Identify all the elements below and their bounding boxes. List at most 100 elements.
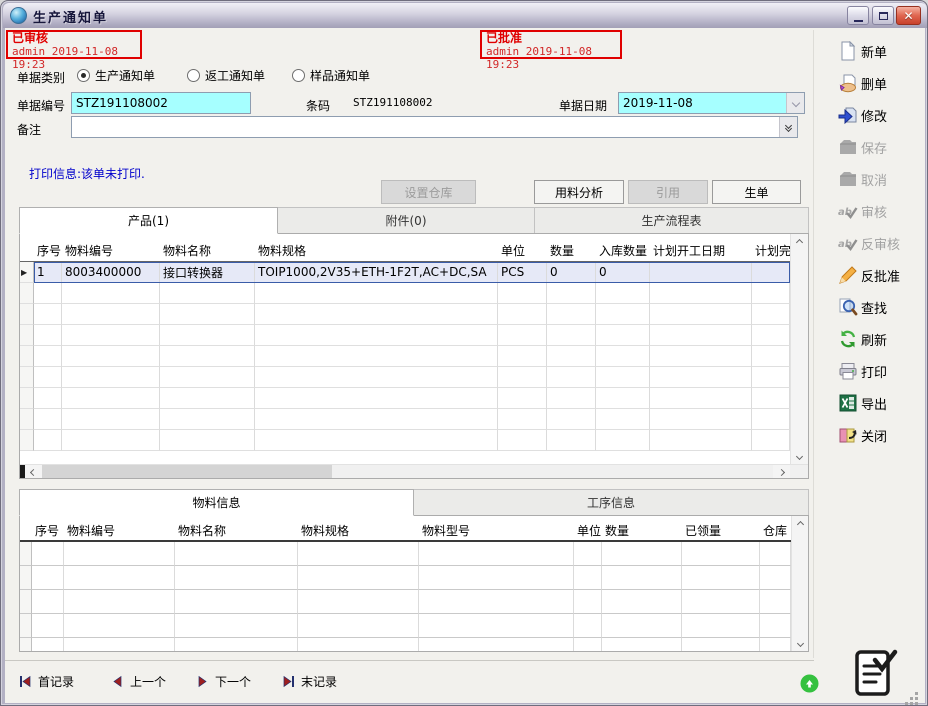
table-row — [20, 283, 790, 304]
cell — [298, 542, 419, 566]
resize-grip[interactable] — [915, 692, 918, 695]
tab-material-info[interactable]: 物料信息 — [19, 489, 414, 516]
close-window-button[interactable]: 关闭 — [833, 423, 923, 447]
column-header: 物料规格 — [255, 242, 498, 259]
table-row — [20, 542, 791, 566]
cell — [419, 566, 574, 590]
radio-production-notice[interactable]: 生产通知单 — [77, 67, 155, 83]
scroll-up-button[interactable] — [792, 516, 808, 532]
cell — [682, 542, 760, 566]
modify-button[interactable]: 修改 — [833, 103, 923, 127]
approved-stamp-title: 已批准 — [486, 32, 616, 45]
cell — [255, 283, 498, 304]
approved-stamp-by: admin 2019-11-08 19:23 — [486, 45, 616, 71]
first-record-button[interactable]: 首记录 — [19, 673, 74, 690]
row-selector-cell — [20, 388, 34, 409]
vertical-scrollbar[interactable] — [791, 516, 808, 651]
scrollbar-thumb[interactable] — [42, 465, 332, 480]
export-button[interactable]: 导出 — [833, 391, 923, 415]
cell — [498, 325, 547, 346]
tab-process-info[interactable]: 工序信息 — [414, 489, 809, 516]
cell — [602, 590, 682, 614]
doc-date-dropdown-button[interactable] — [786, 93, 804, 113]
radio-rework-notice[interactable]: 返工通知单 — [187, 67, 265, 83]
remark-input[interactable] — [71, 116, 798, 138]
vertical-scrollbar[interactable] — [790, 234, 808, 464]
minimize-button[interactable] — [847, 6, 869, 25]
create-order-button[interactable]: 生单 — [712, 180, 801, 204]
row-selector-cell — [20, 304, 34, 325]
cell — [602, 614, 682, 638]
audit-icon: ab — [837, 201, 858, 222]
doc-type-label: 单据类别 — [17, 69, 65, 86]
column-header: 已领量 — [682, 522, 760, 539]
app-globe-icon — [10, 7, 27, 24]
remark-expand-button[interactable] — [779, 117, 797, 137]
refresh-button[interactable]: 刷新 — [833, 327, 923, 351]
table-row[interactable]: 1 8003400000 接口转换器 TOIP1000,2V35+ETH-1F2… — [20, 262, 790, 283]
tab-product[interactable]: 产品(1) — [19, 207, 278, 234]
print-button[interactable]: 打印 — [833, 359, 923, 383]
tab-attachment[interactable]: 附件(0) — [278, 207, 535, 234]
cell — [760, 566, 791, 590]
last-record-button[interactable]: 末记录 — [282, 673, 337, 690]
toolbar-label: 关闭 — [861, 426, 887, 445]
scroll-down-button[interactable] — [792, 635, 808, 651]
cell — [752, 388, 790, 409]
button-label: 用料分析 — [555, 184, 603, 201]
reference-button: 引用 — [628, 180, 708, 204]
delete-order-button[interactable]: 删单 — [833, 71, 923, 95]
column-header: 数量 — [602, 522, 682, 539]
column-header: 入库数量 — [596, 242, 650, 259]
scroll-right-button[interactable] — [773, 465, 790, 480]
cell — [602, 542, 682, 566]
minimize-icon — [854, 14, 863, 22]
doc-no-value: STZ191108002 — [76, 96, 168, 110]
nav-label: 首记录 — [38, 673, 74, 690]
tab-label: 产品(1) — [128, 212, 169, 229]
cell — [298, 566, 419, 590]
next-record-button[interactable]: 下一个 — [196, 673, 251, 690]
button-label: 引用 — [656, 184, 680, 201]
notebook-check-icon — [850, 644, 898, 700]
cell-qty: 0 — [547, 262, 596, 283]
radio-label: 返工通知单 — [205, 67, 265, 84]
cell-unit: PCS — [498, 262, 547, 283]
titlebar[interactable]: 生产通知单 — [3, 3, 927, 28]
cell — [760, 542, 791, 566]
prev-record-button[interactable]: 上一个 — [111, 673, 166, 690]
cell-instock-qty: 0 — [596, 262, 650, 283]
cell — [650, 346, 752, 367]
close-button[interactable] — [896, 6, 921, 25]
tab-production-flow[interactable]: 生产流程表 — [535, 207, 809, 234]
scroll-up-button[interactable] — [791, 234, 808, 250]
scroll-left-button[interactable] — [25, 465, 42, 480]
chevron-left-icon — [30, 469, 37, 476]
cell — [32, 638, 64, 651]
cell — [752, 325, 790, 346]
cell — [682, 590, 760, 614]
cell — [62, 430, 160, 451]
doc-date-combobox[interactable]: 2019-11-08 — [618, 92, 805, 114]
find-button[interactable]: 查找 — [833, 295, 923, 319]
tab-label: 物料信息 — [192, 494, 240, 511]
cell — [650, 283, 752, 304]
radio-sample-notice[interactable]: 样品通知单 — [292, 67, 370, 83]
cell — [498, 430, 547, 451]
row-selector-cell — [20, 325, 34, 346]
nav-label: 上一个 — [130, 673, 166, 690]
cell — [596, 346, 650, 367]
maximize-button[interactable] — [872, 6, 894, 25]
material-analysis-button[interactable]: 用料分析 — [534, 180, 624, 204]
cell — [298, 614, 419, 638]
new-order-button[interactable]: 新单 — [833, 39, 923, 63]
unapprove-button[interactable]: 反批准 — [833, 263, 923, 287]
horizontal-scrollbar[interactable] — [20, 464, 808, 479]
export-excel-icon — [837, 393, 858, 414]
row-selector-cell — [20, 590, 32, 614]
doc-date-label: 单据日期 — [559, 97, 607, 114]
doc-no-input[interactable]: STZ191108002 — [71, 92, 251, 114]
scroll-down-button[interactable] — [791, 448, 808, 464]
toolbar-label: 刷新 — [861, 330, 887, 349]
audited-stamp-title: 已审核 — [12, 32, 136, 45]
